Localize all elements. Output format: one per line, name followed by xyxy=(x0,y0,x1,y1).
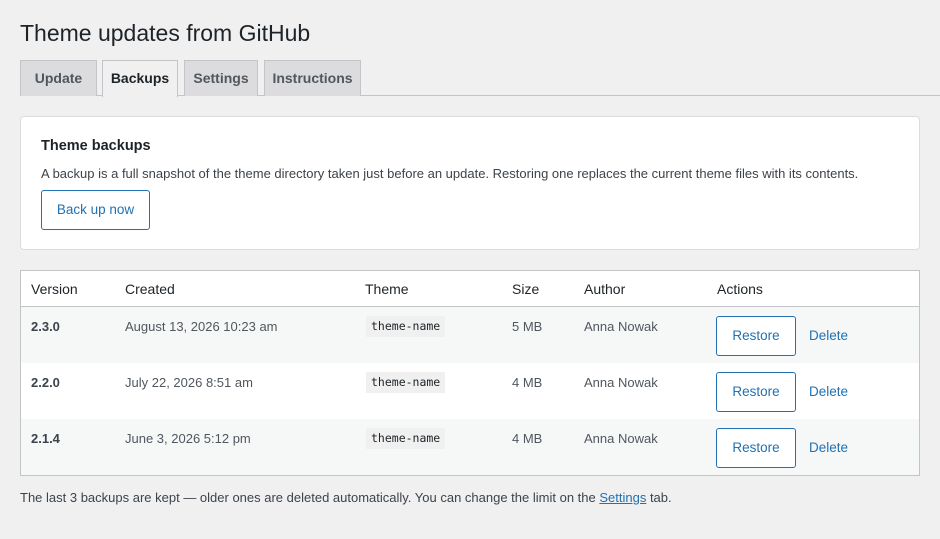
header-author: Author xyxy=(584,281,626,297)
row-theme: theme-name xyxy=(366,372,446,393)
row-created: June 3, 2026 5:12 pm xyxy=(125,431,251,446)
tab-bar: Update Backups Settings Instructions xyxy=(20,60,940,97)
restore-button[interactable]: Restore xyxy=(716,316,796,356)
settings-link[interactable]: Settings xyxy=(599,490,646,505)
row-theme: theme-name xyxy=(366,316,446,337)
back-up-now-button[interactable]: Back up now xyxy=(41,190,150,230)
row-created: July 22, 2026 8:51 am xyxy=(125,375,253,390)
tab-update[interactable]: Update xyxy=(20,60,97,96)
delete-link[interactable]: Delete xyxy=(809,328,848,343)
delete-link[interactable]: Delete xyxy=(809,384,848,399)
row-size: 5 MB xyxy=(512,319,543,334)
footnote-end: tab. xyxy=(646,490,672,505)
table-row: 2.2.0 July 22, 2026 8:51 am theme-name 4… xyxy=(21,363,919,419)
delete-link[interactable]: Delete xyxy=(809,440,848,455)
row-author: Anna Nowak xyxy=(584,319,658,334)
backups-card: Theme backups A backup is a full snapsho… xyxy=(20,116,920,250)
table-row: 2.3.0 August 13, 2026 10:23 am theme-nam… xyxy=(21,307,919,363)
header-size: Size xyxy=(512,281,540,297)
backups-table: Version Created Theme Size Author Action… xyxy=(20,270,920,476)
footnote: The last 3 backups are kept — older ones… xyxy=(20,490,672,505)
tab-settings[interactable]: Settings xyxy=(184,60,258,96)
header-version: Version xyxy=(31,281,78,297)
row-version: 2.1.4 xyxy=(31,431,60,446)
row-theme: theme-name xyxy=(366,428,446,449)
page-title: Theme updates from GitHub xyxy=(20,20,311,46)
card-description: A backup is a full snapshot of the theme… xyxy=(41,166,859,181)
table-row: 2.1.4 June 3, 2026 5:12 pm theme-name 4 … xyxy=(21,419,919,475)
row-author: Anna Nowak xyxy=(584,375,658,390)
row-created: August 13, 2026 10:23 am xyxy=(125,319,278,334)
header-theme: Theme xyxy=(365,281,409,297)
card-title: Theme backups xyxy=(41,138,151,154)
footnote-text: The last 3 backups are kept — older ones… xyxy=(20,490,600,505)
row-size: 4 MB xyxy=(512,375,543,390)
restore-button[interactable]: Restore xyxy=(716,372,796,412)
header-actions: Actions xyxy=(717,281,763,297)
row-size: 4 MB xyxy=(512,431,543,446)
row-version: 2.2.0 xyxy=(31,375,60,390)
row-version: 2.3.0 xyxy=(31,319,60,334)
row-author: Anna Nowak xyxy=(584,431,658,446)
tab-instructions[interactable]: Instructions xyxy=(264,60,361,96)
restore-button[interactable]: Restore xyxy=(716,428,796,468)
header-created: Created xyxy=(125,281,175,297)
tab-backups[interactable]: Backups xyxy=(102,60,178,97)
table-header: Version Created Theme Size Author Action… xyxy=(21,271,919,307)
